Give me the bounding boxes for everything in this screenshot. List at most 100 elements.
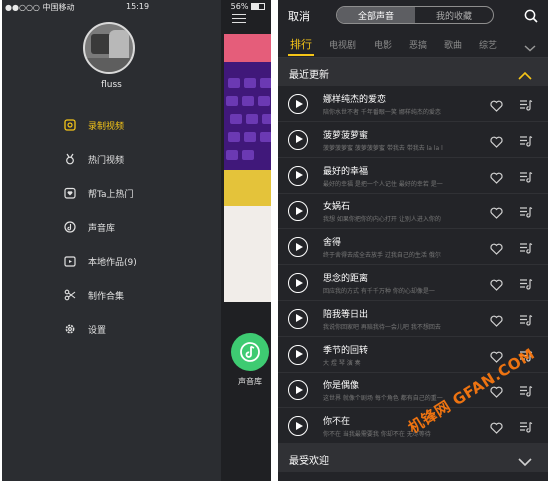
play-button[interactable] [288,94,308,114]
play-button[interactable] [288,380,308,401]
medal-icon [64,153,76,165]
song-subtitle: 大 煜 琴 演 奏 [323,359,361,367]
heart-icon[interactable] [490,169,503,188]
battery-icon [251,3,265,10]
add-to-playlist-icon[interactable] [519,276,533,295]
chevron-up-icon[interactable] [518,66,532,85]
menu-item-label: 声音库 [88,223,116,234]
segment-control: 全部声音 我的收藏 [336,6,494,24]
add-to-playlist-icon[interactable] [519,383,533,402]
heart-icon[interactable] [490,133,503,152]
play-button[interactable] [288,201,308,222]
song-subtitle: 我说你回家吧 再赔我待一会儿吧 我不想回去 [323,323,441,331]
song-row[interactable]: 女娲石我想 如果你把你的内心打开 让别人进入你的 [278,193,548,230]
heart-icon[interactable] [490,240,503,259]
left-phone-screen: fluss 录制视频 热门视频 帮Ta上热门 声音库 本地作品(9) 制作合集 … [2,0,271,481]
heart-icon[interactable] [490,419,503,438]
menu-item-record-video[interactable]: 录制视频 [2,112,221,138]
local-folder-icon [64,255,76,267]
play-button[interactable] [288,273,308,293]
cancel-button[interactable]: 取消 [288,8,310,24]
section-title: 最受欢迎 [289,456,329,467]
tab-movies[interactable]: 电影 [374,38,392,51]
song-title: 舍得 [323,238,342,249]
section-header-recent[interactable]: 最近更新 [278,58,548,86]
username: fluss [101,80,122,90]
song-row[interactable]: 娜样纯杰的爱恋 陪你水世不者 千年番眼一笑 娜样纯杰的爱恋 [278,86,548,122]
play-button[interactable] [288,344,308,365]
song-title: 女娲石 [323,202,351,213]
sound-library-button[interactable] [231,333,269,371]
chevron-down-icon[interactable] [524,38,536,57]
add-to-playlist-icon[interactable] [519,97,533,116]
segment-all-sounds[interactable]: 全部声音 [337,7,415,23]
song-row[interactable]: 思念的距离回应我的方式 有千千万种 你的心却像是一 [278,265,548,301]
song-title: 陪我等日出 [323,309,369,320]
song-title: 你是偶像 [323,381,360,392]
song-subtitle: 我想 如果你把你的内心打开 让别人进入你的 [323,216,441,224]
add-to-playlist-icon[interactable] [519,169,533,188]
category-tabs: 排行 电视剧 电影 恶搞 歌曲 综艺 [278,30,548,58]
song-subtitle: 你不在 当我最需要我 你却不在 无尽等待 [323,431,431,439]
avatar[interactable] [83,22,135,74]
status-bar: ●●○○○ 中国移动 15:19 56% [2,0,271,14]
song-title: 季节的回转 [323,345,369,356]
song-title: 思念的距离 [323,274,369,284]
top-bar: 取消 全部声音 我的收藏 [278,0,548,30]
tab-songs[interactable]: 歌曲 [444,38,462,51]
play-button[interactable] [288,237,308,258]
play-button[interactable] [288,308,308,329]
tab-spoof[interactable]: 恶搞 [409,38,427,51]
heart-icon[interactable] [490,276,503,295]
song-subtitle: 回应我的方式 有千千万种 你的心却像是一 [323,288,435,295]
play-button[interactable] [288,165,308,186]
add-to-playlist-icon[interactable] [519,419,533,438]
menu-item-label: 本地作品(9) [88,257,137,268]
menu-item-promote[interactable]: 帮Ta上热门 [2,180,221,206]
song-row[interactable]: 最好的幸福最好的幸福 是把一个人记住 最好的幸若 是一 [278,158,548,194]
menu-item-hot-videos[interactable]: 热门视频 [2,146,221,172]
menu-item-make-collection[interactable]: 制作合集 [2,282,221,308]
active-tab-indicator [288,54,314,56]
side-drawer: fluss 录制视频 热门视频 帮Ta上热门 声音库 本地作品(9) 制作合集 … [2,0,221,481]
tab-tv-series[interactable]: 电视剧 [329,38,356,51]
menu-item-settings[interactable]: 设置 [2,316,221,342]
song-row[interactable]: 陪我等日出我说你回家吧 再赔我待一会儿吧 我不想回去 [278,301,548,337]
add-to-playlist-icon[interactable] [519,312,533,331]
heart-icon[interactable] [490,97,503,116]
song-title: 最好的幸福 [323,166,369,177]
song-subtitle: 最好的幸福 是把一个人记住 最好的幸若 是一 [323,180,443,188]
add-to-playlist-icon[interactable] [519,133,533,152]
song-title: 娜样纯杰的爱恋 [323,95,387,105]
song-title: 你不在 [323,417,351,428]
song-row[interactable]: 舍得 终于舍得去成全去放手 过我自己的生活 俄尔 [278,229,548,266]
add-to-playlist-icon[interactable] [519,204,533,223]
sound-disc-icon [64,221,76,233]
menu-item-sound-library[interactable]: 声音库 [2,214,221,240]
song-title: 菠萝菠萝蜜 [323,130,369,141]
song-subtitle: 菠萝菠萝蜜 菠萝菠萝蜜 带我去 带我去 la la l [323,144,443,152]
chevron-down-icon[interactable] [518,452,532,471]
right-phone-screen: 取消 全部声音 我的收藏 排行 电视剧 电影 恶搞 歌曲 综艺 最近更新 娜样纯… [278,0,548,481]
add-to-playlist-icon[interactable] [519,240,533,259]
hamburger-menu-icon[interactable] [232,14,246,26]
segment-my-favorites[interactable]: 我的收藏 [415,7,493,23]
menu-item-label: 制作合集 [88,291,125,302]
play-button[interactable] [288,416,308,437]
tab-ranking[interactable]: 排行 [290,36,312,52]
battery-percent: 56% [230,2,249,11]
play-button[interactable] [288,129,308,150]
tab-variety[interactable]: 综艺 [479,38,497,51]
menu-item-local-works[interactable]: 本地作品(9) [2,248,221,274]
heart-icon[interactable] [490,312,503,331]
search-icon[interactable] [524,8,538,27]
song-row[interactable]: 菠萝菠萝蜜菠萝菠萝蜜 菠萝菠萝蜜 带我去 带我去 la la l [278,122,548,158]
menu-item-label: 设置 [88,325,107,336]
heart-shield-icon [64,187,76,199]
gear-icon [64,323,76,335]
section-header-popular[interactable]: 最受欢迎 [278,444,548,472]
video-preview-image [224,34,271,302]
section-title: 最近更新 [289,70,329,81]
heart-icon[interactable] [490,204,503,223]
scissors-icon [64,289,76,301]
